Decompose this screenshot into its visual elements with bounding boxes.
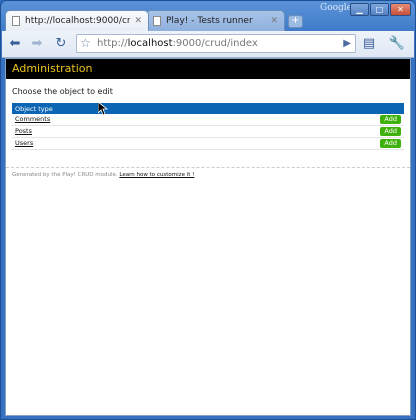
minimize-button[interactable]: ▁: [350, 3, 369, 16]
browser-toolbar: ⬅ ➡ ↻ ☆ http://localhost:9000/crud/index…: [2, 31, 414, 58]
browser-window: http://localhost:9000/crud... ✕ Play! - …: [0, 0, 416, 420]
close-tab-icon[interactable]: ✕: [134, 16, 142, 26]
table-header-object-type: Object type: [12, 103, 404, 114]
reload-icon[interactable]: ↻: [52, 35, 70, 53]
close-tab-icon[interactable]: ✕: [270, 16, 278, 26]
url-prefix: http://: [97, 38, 128, 49]
maximize-button[interactable]: □: [370, 3, 389, 16]
object-link-posts[interactable]: Posts: [15, 127, 32, 135]
add-comments-button[interactable]: Add: [380, 115, 401, 124]
object-link-users[interactable]: Users: [15, 139, 33, 147]
page-icon: [153, 16, 161, 26]
add-users-button[interactable]: Add: [380, 139, 401, 148]
object-link-comments[interactable]: Comments: [15, 115, 50, 123]
close-window-button[interactable]: ✕: [390, 3, 411, 16]
customize-link[interactable]: Learn how to customize it !: [119, 172, 194, 178]
table-row: Posts Add: [12, 125, 404, 138]
window-controls: ▁ □ ✕: [350, 3, 411, 16]
url-host: localhost: [127, 38, 173, 49]
browser-brand: Google: [320, 3, 352, 13]
footer-text: Generated by the Play! CRUD module.: [12, 172, 118, 178]
table-row: Comments Add: [12, 114, 404, 126]
page-content: Administration Choose the object to edit…: [5, 58, 411, 416]
go-icon[interactable]: ▶: [343, 35, 351, 52]
tab-title: Play! - Tests runner: [166, 16, 253, 26]
wrench-menu-icon[interactable]: 🔧: [388, 35, 406, 53]
new-tab-button[interactable]: +: [288, 15, 303, 28]
page-menu-icon[interactable]: ▤: [360, 35, 378, 53]
back-arrow-icon[interactable]: ⬅: [6, 35, 24, 53]
tab-crud[interactable]: http://localhost:9000/crud... ✕: [5, 10, 149, 31]
forward-arrow-icon[interactable]: ➡: [28, 35, 46, 53]
address-bar[interactable]: ☆ http://localhost:9000/crud/index ▶: [76, 34, 356, 53]
table-row: Users Add: [12, 137, 404, 150]
bookmark-star-icon[interactable]: ☆: [80, 35, 91, 52]
add-posts-button[interactable]: Add: [380, 127, 401, 136]
page-icon: [12, 16, 20, 26]
object-table: Object type Comments Add Posts Add Users…: [12, 103, 404, 150]
tab-strip: http://localhost:9000/crud... ✕ Play! - …: [1, 1, 415, 31]
url-path: :9000/crud/index: [172, 38, 258, 49]
tab-tests-runner[interactable]: Play! - Tests runner ✕: [146, 10, 285, 31]
page-title: Administration: [6, 59, 410, 79]
instruction-text: Choose the object to edit: [12, 87, 113, 96]
tab-title: http://localhost:9000/crud...: [25, 16, 131, 26]
footer: Generated by the Play! CRUD module. Lear…: [6, 167, 410, 178]
